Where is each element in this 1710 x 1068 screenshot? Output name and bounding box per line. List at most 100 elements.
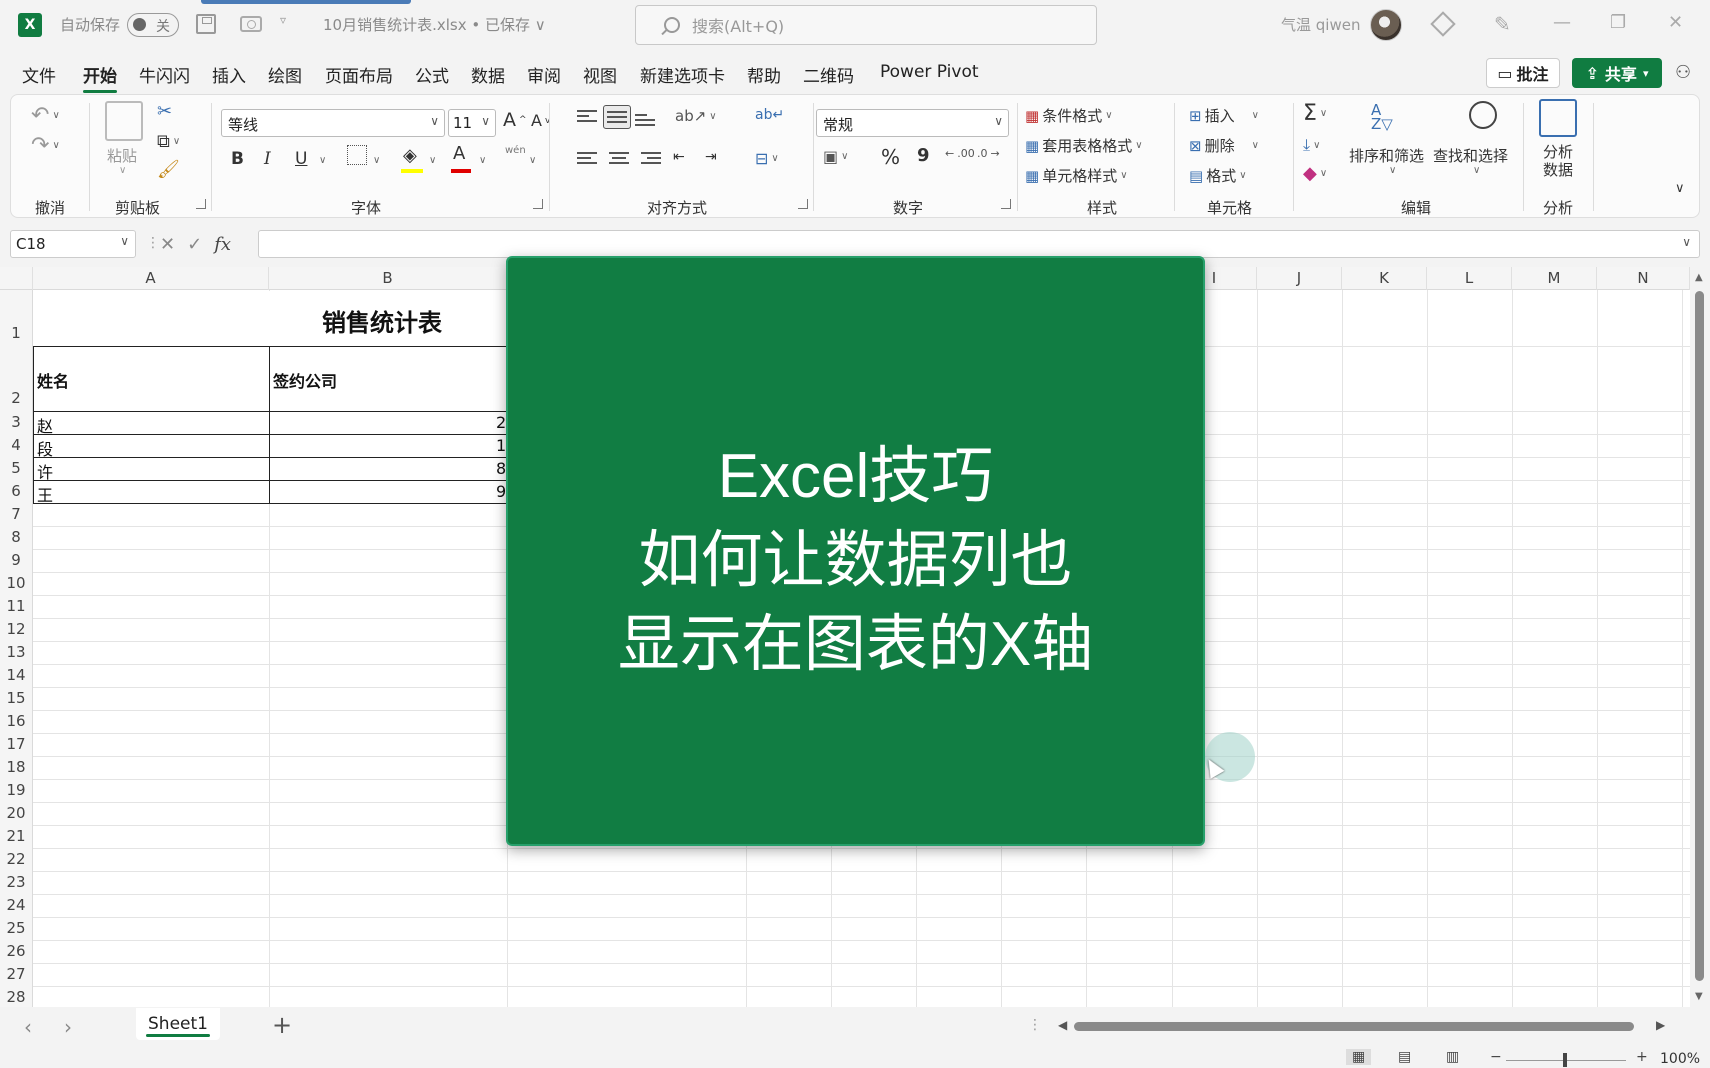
cell-styles-button[interactable]: ▦ 单元格样式∨: [1025, 165, 1128, 186]
align-right-icon[interactable]: [641, 149, 661, 167]
conditional-format-button[interactable]: ▦ 条件格式∨: [1025, 105, 1113, 126]
tab-help[interactable]: 帮助: [747, 62, 781, 87]
column-header-l[interactable]: L: [1427, 267, 1512, 290]
share-button[interactable]: ⇪ 共享 ▾: [1572, 58, 1662, 88]
redo-icon[interactable]: ↷∨: [31, 133, 60, 158]
analyze-data-icon[interactable]: [1539, 99, 1577, 137]
search-input[interactable]: 搜索(Alt+Q): [635, 5, 1097, 45]
paste-icon[interactable]: [105, 101, 143, 141]
accounting-format-icon[interactable]: ▣∨: [823, 147, 848, 166]
horizontal-scroll-thumb[interactable]: [1074, 1022, 1634, 1031]
row-header[interactable]: 16: [0, 710, 33, 733]
zoom-out-icon[interactable]: −: [1490, 1049, 1502, 1065]
bold-button[interactable]: B: [231, 149, 244, 169]
tab-draw[interactable]: 绘图: [268, 62, 302, 87]
row-header[interactable]: 20: [0, 802, 33, 825]
tab-insert[interactable]: 插入: [212, 62, 246, 87]
cell-name[interactable]: 段: [37, 436, 53, 460]
row-header[interactable]: 12: [0, 618, 33, 641]
tab-file[interactable]: 文件: [22, 62, 56, 87]
tab-data[interactable]: 数据: [471, 62, 505, 87]
chevron-down-icon[interactable]: ∨: [373, 155, 380, 166]
tab-power-pivot[interactable]: Power Pivot: [880, 62, 979, 82]
row-header[interactable]: 19: [0, 779, 33, 802]
tab-view[interactable]: 视图: [583, 62, 617, 87]
avatar[interactable]: [1370, 9, 1402, 41]
row-header[interactable]: 13: [0, 641, 33, 664]
chevron-down-icon[interactable]: ∨: [479, 155, 486, 166]
row-header[interactable]: 27: [0, 963, 33, 986]
row-header[interactable]: 21: [0, 825, 33, 848]
close-icon[interactable]: ✕: [1668, 12, 1683, 33]
increase-indent-icon[interactable]: ⇥: [705, 149, 717, 165]
alignment-launcher-icon[interactable]: [798, 199, 808, 209]
document-title[interactable]: 10月销售统计表.xlsx • 已保存 ∨: [323, 14, 546, 35]
chevron-down-icon[interactable]: ∨: [119, 165, 126, 176]
tab-home[interactable]: 开始: [83, 62, 117, 87]
paste-label[interactable]: 粘贴: [107, 145, 137, 166]
autosave-toggle[interactable]: 关: [127, 13, 179, 37]
number-launcher-icon[interactable]: [1001, 199, 1011, 209]
tab-page-layout[interactable]: 页面布局: [325, 62, 393, 87]
format-cells-button[interactable]: ▤ 格式∨: [1189, 165, 1247, 186]
zoom-in-icon[interactable]: +: [1636, 1049, 1648, 1065]
scroll-right-icon[interactable]: ▶: [1656, 1018, 1665, 1032]
premium-diamond-icon[interactable]: [1430, 11, 1455, 36]
horizontal-scrollbar[interactable]: ◀ ▶: [1058, 1020, 1678, 1032]
tab-new-tab[interactable]: 新建选项卡: [640, 62, 725, 87]
page-layout-view-icon[interactable]: ▤: [1398, 1049, 1411, 1065]
tab-qrcode[interactable]: 二维码: [803, 62, 854, 87]
cancel-entry-icon[interactable]: ✕: [160, 234, 175, 255]
chevron-down-icon[interactable]: ∨: [319, 155, 326, 166]
scroll-up-icon[interactable]: ▲: [1695, 272, 1703, 283]
chevron-down-icon[interactable]: ∨: [1473, 165, 1480, 176]
undo-icon[interactable]: ↶∨: [31, 103, 60, 128]
header-company[interactable]: 签约公司: [273, 368, 337, 392]
formula-input[interactable]: ∨: [258, 230, 1700, 258]
format-as-table-button[interactable]: ▦ 套用表格格式∨: [1025, 135, 1143, 156]
camera-icon[interactable]: [240, 16, 262, 32]
chevron-down-icon[interactable]: ∨: [529, 155, 536, 166]
row-header[interactable]: 15: [0, 687, 33, 710]
align-top-icon[interactable]: [577, 107, 597, 125]
analyze-data-label-2[interactable]: 数据: [1543, 159, 1573, 180]
scroll-left-icon[interactable]: ◀: [1058, 1018, 1067, 1032]
copy-icon[interactable]: ⧉∨: [157, 131, 180, 152]
column-header-b[interactable]: B: [269, 267, 507, 290]
zoom-slider-thumb[interactable]: [1563, 1053, 1567, 1067]
tab-review[interactable]: 审阅: [527, 62, 561, 87]
delete-cells-button[interactable]: ⊠ 删除∨: [1189, 135, 1259, 156]
row-header[interactable]: 3: [0, 411, 33, 434]
font-color-icon[interactable]: A: [453, 143, 465, 164]
tab-niushanshan[interactable]: 牛闪闪: [139, 62, 190, 87]
comments-button[interactable]: ▭ 批注: [1486, 58, 1560, 88]
cell-name[interactable]: 许: [37, 459, 53, 483]
add-sheet-button[interactable]: +: [272, 1011, 292, 1039]
vertical-scrollbar[interactable]: ▲ ▼: [1690, 267, 1710, 1007]
align-middle-icon[interactable]: [603, 105, 631, 129]
sheet-tab[interactable]: Sheet1: [136, 1008, 220, 1040]
column-header-k[interactable]: K: [1342, 267, 1427, 290]
cell-value[interactable]: 2: [496, 413, 506, 432]
column-header-m[interactable]: M: [1512, 267, 1597, 290]
quick-access-dropdown-icon[interactable]: ▿: [280, 13, 286, 27]
restore-icon[interactable]: ❐: [1610, 12, 1626, 33]
page-break-view-icon[interactable]: ▥: [1446, 1049, 1459, 1065]
insert-function-button[interactable]: fx: [214, 234, 231, 255]
collapse-ribbon-icon[interactable]: ∨: [1675, 181, 1685, 196]
column-header-a[interactable]: A: [33, 267, 269, 290]
row-header[interactable]: 25: [0, 917, 33, 940]
next-sheet-icon[interactable]: ›: [64, 1015, 72, 1039]
number-format-select[interactable]: 常规 ∨: [816, 109, 1009, 137]
chevron-down-icon[interactable]: ∨: [1389, 165, 1396, 176]
pen-icon[interactable]: ✎: [1494, 12, 1511, 36]
align-left-icon[interactable]: [577, 149, 597, 167]
font-name-select[interactable]: 等线 ∨: [221, 109, 445, 137]
sort-filter-label[interactable]: 排序和筛选: [1349, 145, 1424, 166]
scroll-down-icon[interactable]: ▼: [1695, 991, 1703, 1002]
row-header[interactable]: 8: [0, 526, 33, 549]
cell-value[interactable]: 8: [496, 459, 506, 478]
chevron-down-icon[interactable]: ∨: [429, 155, 436, 166]
title-merged-cell[interactable]: 销售统计表: [34, 291, 506, 346]
cut-icon[interactable]: ✂: [157, 101, 172, 122]
